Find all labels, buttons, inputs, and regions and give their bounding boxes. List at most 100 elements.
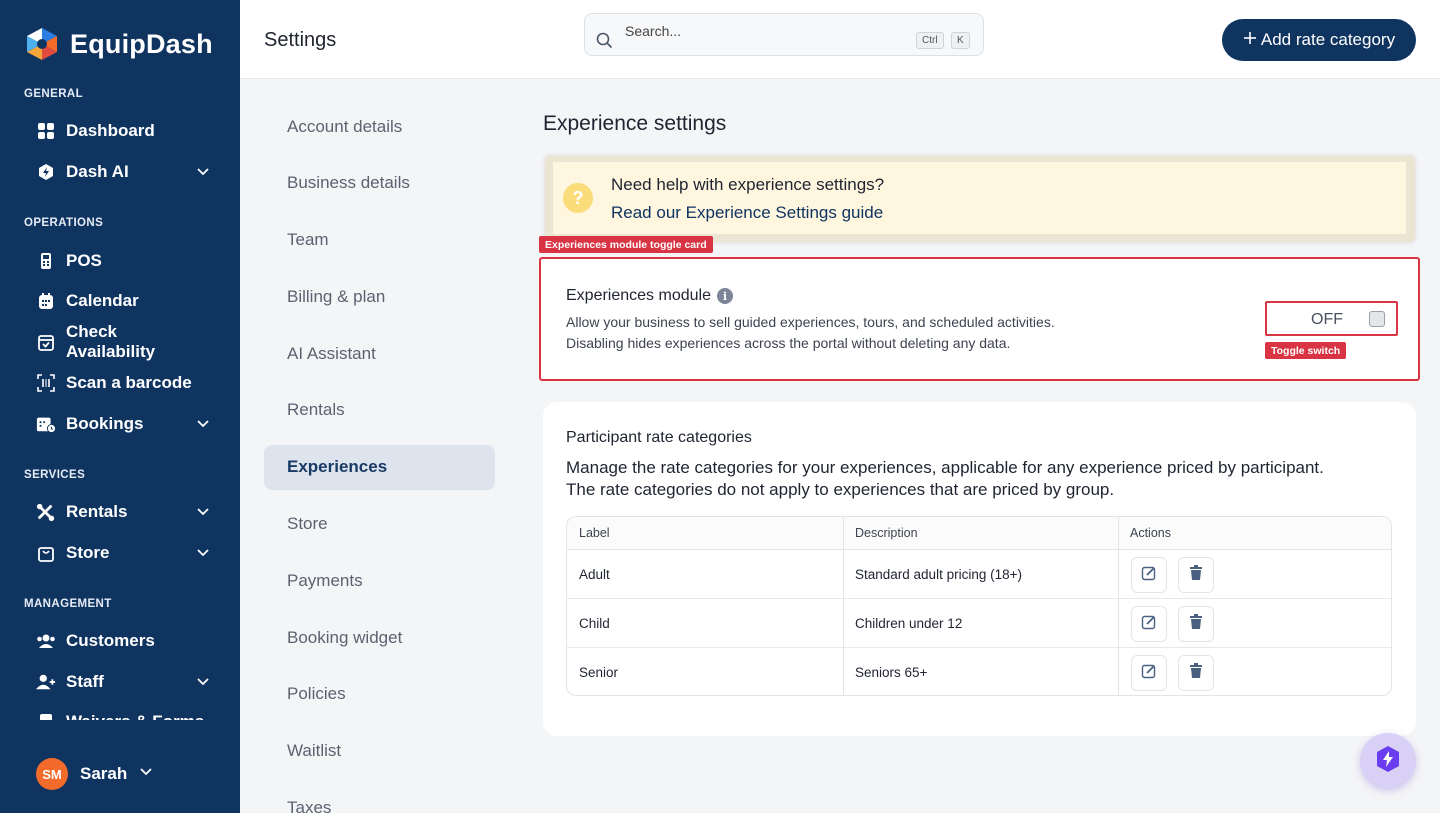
waivers-icon <box>36 712 56 720</box>
settings-nav-ai-assistant[interactable]: AI Assistant <box>287 344 376 364</box>
sidebar-item-pos[interactable]: POS <box>36 246 210 276</box>
store-bag-icon <box>36 543 56 563</box>
calendar-check-icon <box>36 332 56 352</box>
sidebar: EquipDash GENERAL Dashboard Dash AI OPER… <box>0 0 240 813</box>
section-label-operations: OPERATIONS <box>24 217 104 229</box>
experiences-toggle[interactable]: OFF <box>1265 301 1398 336</box>
chevron-down-icon[interactable] <box>196 164 210 184</box>
edit-icon <box>1141 614 1157 635</box>
settings-nav-account-details[interactable]: Account details <box>287 117 402 137</box>
chevron-down-icon[interactable] <box>196 504 210 524</box>
info-icon[interactable]: i <box>716 288 733 304</box>
table-cell-label: Senior <box>579 665 619 680</box>
chevron-down-icon[interactable] <box>196 416 210 436</box>
edit-button[interactable] <box>1131 557 1167 593</box>
module-description-2: Disabling hides experiences across the p… <box>566 335 1011 351</box>
column-header-description: Description <box>843 517 1118 550</box>
column-header-label: Label <box>567 517 843 550</box>
staff-icon <box>36 672 56 692</box>
chevron-down-icon[interactable] <box>196 545 210 565</box>
plus-icon <box>1243 30 1257 50</box>
table-cell-label: Child <box>567 599 843 648</box>
sidebar-item-label: Dashboard <box>66 121 155 140</box>
edit-button[interactable] <box>1131 655 1167 691</box>
settings-nav-billing-plan[interactable]: Billing & plan <box>287 287 385 307</box>
sidebar-item-label: Waivers & Forms <box>66 712 204 720</box>
sidebar-item-staff[interactable]: Staff <box>36 667 210 697</box>
delete-button[interactable] <box>1178 606 1214 642</box>
settings-nav-experiences[interactable]: Experiences <box>287 457 387 477</box>
trash-icon <box>1189 564 1203 586</box>
equipdash-logo-icon <box>24 26 60 62</box>
brand[interactable]: EquipDash <box>24 26 213 62</box>
brand-name: EquipDash <box>70 28 213 59</box>
add-button-label: Add rate category <box>1260 30 1396 49</box>
sidebar-item-check-availability[interactable]: Check Availability <box>36 322 210 361</box>
sidebar-item-label: POS <box>66 251 102 270</box>
table-cell-description: Children under 12 <box>843 599 1118 648</box>
sidebar-item-label: Dash AI <box>66 162 129 181</box>
sidebar-item-customers[interactable]: Customers <box>36 626 210 656</box>
edit-icon <box>1141 663 1157 684</box>
kbd-ctrl: Ctrl <box>916 32 944 49</box>
sidebar-item-label: Bookings <box>66 414 144 433</box>
table-cell-description: Seniors 65+ <box>855 665 928 680</box>
section-label-general: GENERAL <box>24 88 84 100</box>
toggle-checkbox[interactable] <box>1369 311 1385 327</box>
sidebar-item-bookings[interactable]: Bookings <box>36 409 210 439</box>
help-banner-body <box>553 162 1406 234</box>
delete-button[interactable] <box>1178 557 1214 593</box>
search-input[interactable]: Search... Ctrl K <box>584 13 984 56</box>
help-guide-link[interactable]: Read our Experience Settings guide <box>611 203 883 223</box>
sidebar-item-label: Staff <box>66 672 104 691</box>
module-description-1: Allow your business to sell guided exper… <box>566 314 1055 330</box>
user-menu[interactable]: SM Sarah <box>36 758 153 790</box>
column-divider <box>843 517 844 695</box>
settings-nav-rentals[interactable]: Rentals <box>287 400 345 420</box>
delete-button[interactable] <box>1178 655 1214 691</box>
edit-icon <box>1141 565 1157 586</box>
question-icon: ? <box>563 183 593 213</box>
settings-nav-policies[interactable]: Policies <box>287 684 346 704</box>
search-placeholder: Search... <box>625 23 682 39</box>
settings-nav-booking-widget[interactable]: Booking widget <box>287 628 402 648</box>
rate-categories-title: Participant rate categories <box>566 429 752 446</box>
edit-button[interactable] <box>1131 606 1167 642</box>
sidebar-item-label: Rentals <box>66 502 128 521</box>
annotation-toggle-tag: Toggle switch <box>1265 342 1347 359</box>
rate-categories-description-1: Manage the rate categories for your expe… <box>566 458 1324 477</box>
module-title-row: Experiences module i <box>566 287 733 305</box>
dash-ai-icon <box>36 162 56 182</box>
dashboard-grid-icon <box>36 121 56 141</box>
dash-ai-assistant-button[interactable] <box>1360 733 1416 789</box>
sidebar-item-dashboard[interactable]: Dashboard <box>36 116 210 146</box>
sidebar-item-scan-barcode[interactable]: Scan a barcode <box>36 368 210 398</box>
section-label-management: MANAGEMENT <box>24 598 112 610</box>
annotation-card-tag: Experiences module toggle card <box>539 236 713 253</box>
sidebar-item-label: Check Availability <box>65 322 156 361</box>
sidebar-item-label: Store <box>66 543 110 562</box>
calendar-icon <box>36 291 56 311</box>
chevron-down-icon[interactable] <box>196 674 210 694</box>
sidebar-item-dash-ai[interactable]: Dash AI <box>36 157 210 187</box>
sidebar-item-label: Customers <box>66 631 155 650</box>
pos-terminal-icon <box>36 251 56 271</box>
bookings-icon <box>36 414 56 434</box>
settings-nav-business-details[interactable]: Business details <box>287 173 410 193</box>
sidebar-item-store[interactable]: Store <box>36 538 210 568</box>
section-label-services: SERVICES <box>24 469 86 481</box>
sidebar-nav[interactable]: GENERAL Dashboard Dash AI OPERATIONS POS… <box>0 80 240 720</box>
rate-categories-description-2: The rate categories do not apply to expe… <box>566 480 1115 499</box>
settings-nav-payments[interactable]: Payments <box>287 571 363 591</box>
module-title: Experiences module <box>566 287 711 304</box>
sidebar-item-label: Scan a barcode <box>66 373 192 392</box>
sidebar-item-calendar[interactable]: Calendar <box>36 286 210 316</box>
sidebar-item-waivers-forms[interactable]: Waivers & Forms <box>36 707 210 720</box>
help-question: Need help with experience settings? <box>611 175 885 194</box>
sidebar-item-rentals[interactable]: Rentals <box>36 497 210 527</box>
settings-nav-taxes[interactable]: Taxes <box>287 798 331 813</box>
add-rate-category-button[interactable]: Add rate category <box>1222 19 1416 61</box>
settings-nav-team[interactable]: Team <box>287 230 329 250</box>
settings-nav-store[interactable]: Store <box>287 514 328 534</box>
settings-nav-waitlist[interactable]: Waitlist <box>287 741 341 761</box>
